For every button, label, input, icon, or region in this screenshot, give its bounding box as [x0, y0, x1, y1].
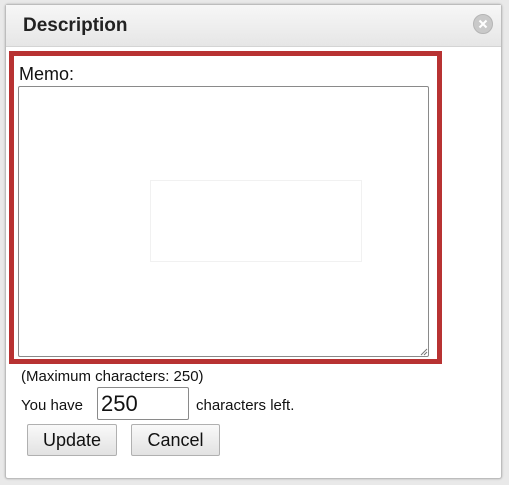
update-button[interactable]: Update	[27, 424, 117, 456]
close-button[interactable]	[473, 14, 493, 34]
chars-left-prefix: You have	[21, 397, 84, 414]
chars-left-suffix: characters left.	[196, 397, 295, 414]
close-icon	[478, 19, 488, 29]
dialog-title: Description	[23, 15, 128, 36]
dialog-titlebar[interactable]: Description	[6, 5, 501, 47]
memo-label: Memo:	[19, 64, 75, 84]
max-characters-note: (Maximum characters: 250)	[21, 368, 204, 385]
resize-grip-icon[interactable]	[420, 348, 428, 356]
chars-left-count	[97, 387, 189, 420]
cancel-button[interactable]: Cancel	[131, 424, 220, 456]
memo-textarea[interactable]	[18, 86, 429, 357]
